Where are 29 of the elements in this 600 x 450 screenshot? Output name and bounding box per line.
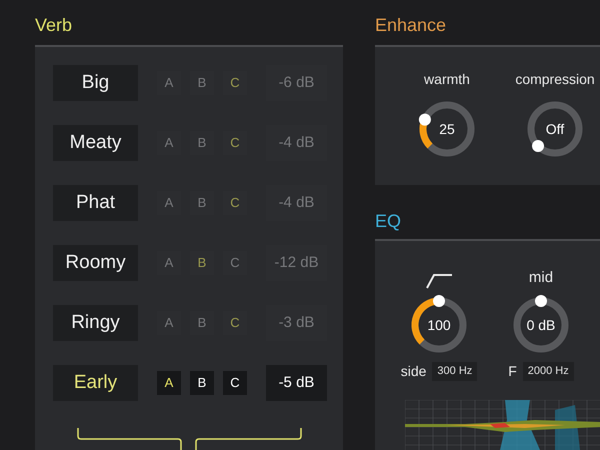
preset-button[interactable]: Ringy	[53, 305, 138, 341]
knob-label: mid	[528, 268, 554, 288]
knob[interactable]	[417, 99, 477, 159]
preset-button[interactable]: Meaty	[53, 125, 138, 161]
knob-value: 25	[439, 120, 455, 138]
section-title: Verb	[35, 14, 74, 37]
knob-value: Off	[546, 120, 564, 138]
knob-label: warmth	[424, 70, 470, 89]
knob[interactable]	[409, 295, 469, 355]
knob-caption: F	[508, 362, 517, 381]
gain-value[interactable]: -5 dB	[266, 365, 327, 401]
variant-button[interactable]: B	[190, 371, 214, 395]
section-title: Enhance	[375, 14, 448, 37]
variant-button[interactable]: C	[223, 371, 247, 395]
preset-button[interactable]: Phat	[53, 185, 138, 221]
knob-label: compression	[515, 70, 595, 89]
high-pass-icon	[425, 273, 453, 289]
frequency-field[interactable]: 2000 Hz	[522, 362, 574, 381]
knob[interactable]	[511, 295, 571, 355]
preset-button[interactable]: Big	[53, 65, 138, 101]
knob-value: 0 dB	[526, 316, 556, 334]
knob-value: 100	[427, 316, 451, 334]
preset-button[interactable]: Early	[53, 365, 138, 401]
preset-button[interactable]: Roomy	[53, 245, 138, 281]
section-title: EQ	[375, 210, 402, 233]
knob-caption: side	[400, 362, 426, 381]
variant-button[interactable]: A	[157, 371, 181, 395]
frequency-field[interactable]: 300 Hz	[432, 362, 478, 381]
knob[interactable]	[525, 99, 585, 159]
